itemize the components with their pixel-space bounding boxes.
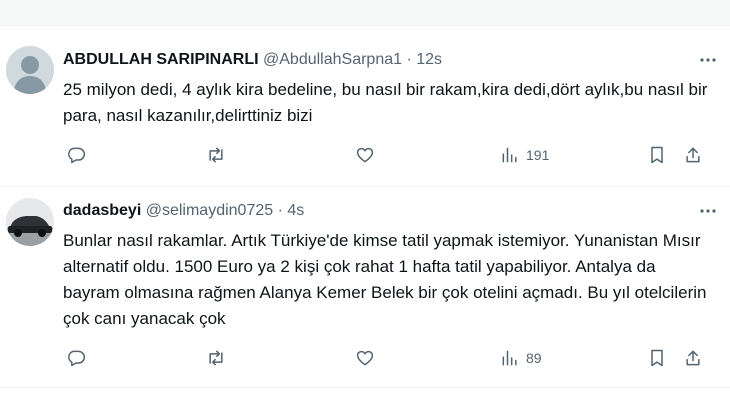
- previous-tweet-edge: [0, 0, 730, 26]
- like-button[interactable]: [355, 143, 375, 167]
- tweet-actions: 191: [0, 143, 730, 167]
- reply-button[interactable]: [66, 346, 86, 370]
- more-icon: [700, 209, 716, 213]
- tweet-actions: 89: [0, 346, 730, 370]
- share-button[interactable]: [683, 346, 703, 370]
- retweet-icon: [209, 147, 223, 163]
- tweet[interactable]: ABDULLAH SARIPINARLI @AbdullahSarpna1 · …: [0, 27, 730, 187]
- like-icon: [356, 147, 374, 163]
- views-button[interactable]: 191: [500, 143, 549, 167]
- reply-icon: [68, 350, 86, 367]
- more-icon: [700, 58, 716, 62]
- timestamp[interactable]: 12s: [416, 51, 442, 68]
- author-name[interactable]: ABDULLAH SARIPINARLI: [63, 51, 259, 68]
- reply-button[interactable]: [66, 143, 86, 167]
- like-button[interactable]: [355, 346, 375, 370]
- avatar[interactable]: [6, 46, 54, 94]
- views-count: 89: [526, 350, 542, 366]
- bookmark-button[interactable]: [647, 143, 667, 167]
- more-options-button[interactable]: [698, 201, 718, 221]
- timestamp[interactable]: 4s: [287, 202, 304, 219]
- bookmark-icon: [651, 146, 663, 164]
- default-avatar-icon: [6, 46, 54, 94]
- avatar[interactable]: [6, 198, 54, 246]
- bookmark-icon: [651, 349, 663, 367]
- author-name[interactable]: dadasbeyi: [63, 202, 141, 219]
- author-handle[interactable]: @selimaydin0725: [146, 202, 273, 219]
- tweet-text: 25 milyon dedi, 4 aylık kira bedeline, b…: [63, 80, 708, 125]
- bookmark-button[interactable]: [647, 346, 667, 370]
- views-button[interactable]: 89: [500, 346, 542, 370]
- reply-icon: [68, 147, 86, 164]
- tweet[interactable]: dadasbeyi @selimaydin0725 · 4s Bunlar na…: [0, 188, 730, 388]
- retweet-button[interactable]: [206, 143, 226, 167]
- views-icon: [502, 147, 517, 163]
- share-icon: [686, 350, 700, 366]
- more-options-button[interactable]: [698, 50, 718, 70]
- separator-dot: ·: [277, 202, 283, 219]
- retweet-icon: [209, 350, 223, 366]
- share-icon: [686, 147, 700, 163]
- tweet-text: Bunlar nasıl rakamlar. Artık Türkiye'de …: [63, 231, 707, 328]
- like-icon: [356, 350, 374, 366]
- separator-dot: ·: [406, 51, 412, 68]
- tweet-header: dadasbeyi @selimaydin0725 · 4s: [63, 201, 710, 221]
- retweet-button[interactable]: [206, 346, 226, 370]
- tweet-header: ABDULLAH SARIPINARLI @AbdullahSarpna1 · …: [63, 50, 710, 70]
- author-handle[interactable]: @AbdullahSarpna1: [263, 51, 402, 68]
- views-count: 191: [526, 147, 550, 163]
- share-button[interactable]: [683, 143, 703, 167]
- car-photo-avatar: [6, 198, 54, 246]
- views-icon: [502, 350, 517, 366]
